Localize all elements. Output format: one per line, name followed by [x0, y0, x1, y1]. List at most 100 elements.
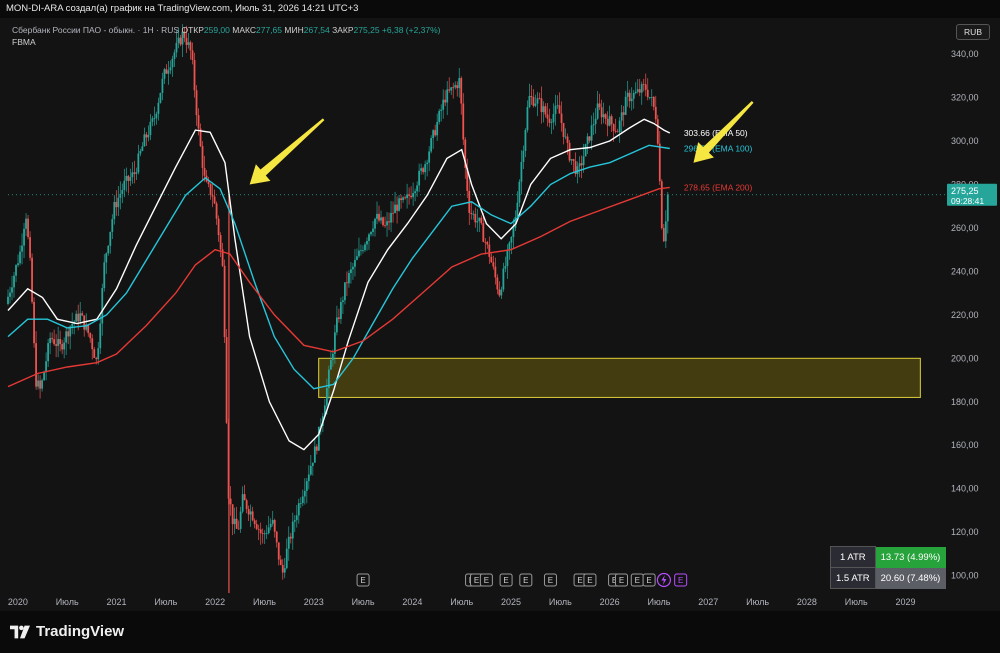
candle-body — [133, 172, 136, 174]
candle-body — [61, 344, 64, 350]
candle-body — [71, 324, 74, 327]
candle-body — [325, 387, 328, 406]
candle-body — [31, 257, 33, 302]
candle-body — [358, 250, 360, 257]
candle-body — [554, 105, 557, 115]
candle-body — [394, 204, 396, 214]
candle-body — [474, 213, 477, 223]
earnings-marker-label: E — [548, 576, 553, 585]
candle-body — [195, 90, 198, 116]
price-tick-label: 260,00 — [951, 223, 979, 233]
candle-body — [480, 217, 483, 224]
candle-body — [616, 131, 619, 133]
candle-body — [352, 266, 354, 270]
candle-body — [113, 201, 116, 220]
candle-body — [368, 234, 370, 241]
legend-indicator[interactable]: FBMA — [12, 36, 441, 48]
time-tick-label: Июль — [549, 597, 572, 607]
price-tick-label: 120,00 — [951, 527, 979, 537]
candle-body — [295, 515, 298, 521]
ema-200-line[interactable] — [7, 186, 670, 388]
candle-body — [588, 136, 591, 141]
time-tick-label: 2020 — [8, 597, 28, 607]
candle-body — [19, 251, 21, 264]
candle-body — [15, 265, 17, 276]
tradingview-logo[interactable]: TradingView — [10, 623, 124, 640]
earnings-marker-label: E — [619, 576, 624, 585]
candle-body — [129, 177, 132, 181]
candle-body — [125, 175, 128, 181]
candle-body — [638, 89, 641, 93]
candle-body — [576, 166, 579, 174]
candle-body — [55, 344, 58, 346]
candle-body — [610, 116, 613, 125]
earnings-marker-future-label: E — [678, 576, 683, 585]
candle-body — [151, 118, 154, 122]
candle-body — [652, 97, 655, 107]
support-zone[interactable] — [318, 357, 921, 398]
legend-low-value: 267,54 — [303, 25, 330, 35]
candle-body — [424, 164, 427, 173]
candle-body — [490, 256, 493, 263]
current-price-label: 275,25 — [951, 186, 979, 196]
annotation-arrow-1[interactable] — [249, 118, 325, 185]
candle-body — [267, 527, 270, 534]
candle-body — [173, 52, 176, 59]
candle-body — [404, 197, 406, 199]
price-tick-label: 140,00 — [951, 484, 979, 494]
candle-body — [570, 159, 573, 161]
candle-body — [406, 194, 408, 199]
candle-body — [632, 93, 635, 99]
time-tick-label: Июль — [647, 597, 670, 607]
candle-body — [139, 150, 142, 154]
candle-body — [346, 282, 348, 284]
atr-row2-value: 20.60 (7.48%) — [875, 567, 946, 589]
legend-symbol: Сбербанк России ПАО - обыкн. · 1Н · RUS — [12, 25, 180, 35]
earnings-marker-label: E — [577, 576, 582, 585]
candle-body — [582, 156, 585, 166]
candle-body — [476, 221, 479, 223]
candle-body — [39, 380, 41, 389]
price-chart[interactable]: 100,00 120,00 140,00 160,00 180,00 200,00 220,… — [0, 18, 1000, 611]
candle-body — [171, 58, 174, 68]
ema-50-line[interactable] — [7, 118, 671, 451]
chart-panel[interactable]: 100,00 120,00 140,00 160,00 180,00 200,00 220,… — [0, 18, 1000, 611]
candle-body — [169, 67, 172, 71]
candle-body — [552, 114, 555, 123]
candle-body — [370, 231, 372, 235]
candle-body — [586, 136, 589, 145]
candle-body — [566, 136, 569, 143]
chart-legend: Сбербанк России ПАО - обыкн. · 1Н · RUS … — [12, 24, 441, 48]
candle-body — [283, 568, 286, 573]
candle-body — [546, 114, 549, 119]
candle-body — [11, 287, 13, 293]
legend-ohlc-row: Сбербанк России ПАО - обыкн. · 1Н · RUS … — [12, 24, 441, 36]
candle-body — [305, 481, 308, 491]
candle-body — [526, 107, 529, 131]
candle-body — [95, 357, 98, 360]
candle-body — [434, 130, 437, 136]
candle-body — [428, 151, 431, 163]
price-tick-label: 240,00 — [951, 266, 979, 276]
candle-body — [414, 191, 417, 194]
candle-body — [89, 333, 92, 339]
legend-low-label: МИН — [284, 25, 304, 35]
candle-body — [265, 533, 268, 534]
candle-body — [342, 300, 344, 302]
candle-body — [664, 221, 667, 242]
candle-body — [542, 106, 545, 113]
candle-body — [336, 317, 338, 333]
ema-100-line[interactable] — [7, 144, 670, 390]
candle-body — [392, 212, 394, 214]
candle-body — [344, 282, 346, 301]
candle-body — [400, 198, 402, 201]
candle-body — [131, 172, 134, 178]
candle-body — [416, 185, 419, 192]
currency-button[interactable]: RUB — [956, 24, 990, 40]
candle-body — [157, 102, 160, 114]
candle-body — [482, 223, 485, 242]
candle-body — [197, 115, 200, 129]
candle-body — [548, 118, 551, 123]
candle-body — [281, 564, 284, 573]
time-tick-label: 2026 — [600, 597, 620, 607]
